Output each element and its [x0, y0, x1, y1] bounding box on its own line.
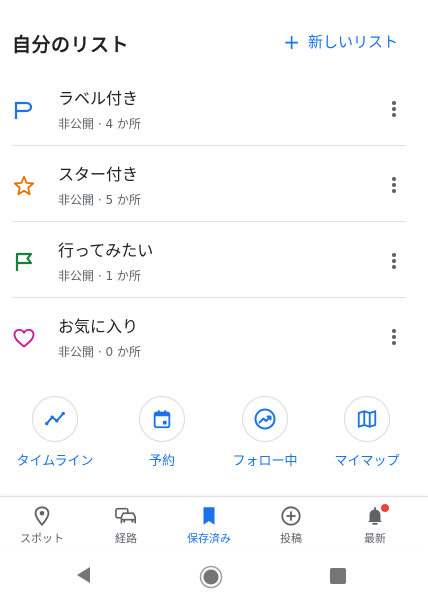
list-item-want-to-go[interactable]: 行ってみたい 非公開 · 1 か所 [0, 222, 428, 298]
star-icon [13, 175, 35, 196]
new-list-button[interactable]: + 新しいリスト [283, 31, 398, 52]
list-subtitle: 非公開 · 0 か所 [58, 345, 141, 359]
more-vert-icon[interactable] [384, 326, 404, 348]
flag-icon [15, 252, 33, 271]
shortcut-my-maps[interactable]: マイマップ [315, 396, 419, 469]
add-circle-icon [281, 506, 301, 526]
list-title: お気に入り [58, 317, 139, 336]
car-icon [115, 507, 136, 524]
more-vert-icon[interactable] [384, 174, 404, 196]
list-subtitle: 非公開 · 4 か所 [58, 117, 141, 131]
more-vert-icon[interactable] [384, 98, 404, 120]
list-title: スター付き [58, 165, 139, 184]
nav-label: 最新 [364, 532, 386, 545]
calendar-icon [153, 410, 171, 429]
shortcuts-row: タイムライン 予約 フォロー中 マイマップ [0, 396, 428, 469]
timeline-icon [45, 411, 65, 426]
home-icon[interactable] [199, 565, 223, 589]
shortcut-label: フォロー中 [232, 454, 298, 469]
shortcut-reservations[interactable]: 予約 [110, 396, 214, 469]
nav-label: 経路 [115, 532, 137, 545]
shortcut-label: タイムライン [16, 454, 94, 469]
label-flag-icon [14, 101, 33, 119]
system-navigation-bar [0, 550, 428, 600]
nav-label: スポット [20, 532, 64, 545]
shortcut-circle [242, 396, 288, 442]
nav-label: 投稿 [280, 532, 302, 545]
nav-tab-contribute[interactable]: 投稿 [251, 505, 331, 546]
location-pin-icon [34, 506, 50, 527]
list-title: 行ってみたい [58, 241, 154, 260]
shortcut-timeline[interactable]: タイムライン [3, 396, 107, 469]
nav-tab-saved[interactable]: 保存済み [169, 505, 249, 546]
list-title: ラベル付き [58, 89, 139, 108]
bookmark-icon [203, 507, 215, 525]
back-icon[interactable] [74, 565, 94, 585]
shortcut-circle [139, 396, 185, 442]
list-item-favorites[interactable]: お気に入り 非公開 · 0 か所 [0, 298, 428, 374]
new-list-label: 新しいリスト [307, 33, 398, 51]
heart-icon [13, 328, 35, 348]
page-title: 自分のリスト [12, 34, 130, 56]
list-subtitle: 非公開 · 1 か所 [58, 269, 141, 283]
shortcut-circle [344, 396, 390, 442]
more-vert-icon[interactable] [384, 250, 404, 272]
list-item-starred[interactable]: スター付き 非公開 · 5 か所 [0, 146, 428, 222]
shortcut-circle [32, 396, 78, 442]
trending-icon [254, 408, 276, 430]
map-icon [357, 410, 377, 428]
plus-icon: + [283, 29, 300, 54]
shortcut-label: マイマップ [334, 454, 400, 469]
nav-tab-spots[interactable]: スポット [2, 505, 82, 546]
recents-icon[interactable] [329, 567, 347, 585]
list-item-labeled[interactable]: ラベル付き 非公開 · 4 か所 [0, 70, 428, 146]
list-subtitle: 非公開 · 5 か所 [58, 193, 141, 207]
nav-tab-updates[interactable]: 最新 [335, 504, 415, 546]
nav-label: 保存済み [187, 532, 231, 545]
shortcut-following[interactable]: フォロー中 [213, 396, 317, 469]
saved-lists: ラベル付き 非公開 · 4 か所 スター付き 非公開 · 5 か所 行ってみたい… [0, 70, 428, 374]
bottom-navigation: スポット 経路 保存済み 投稿 最新 [0, 496, 428, 548]
shortcut-label: 予約 [148, 454, 175, 469]
nav-tab-routes[interactable]: 経路 [86, 505, 166, 546]
notification-badge [381, 504, 389, 512]
